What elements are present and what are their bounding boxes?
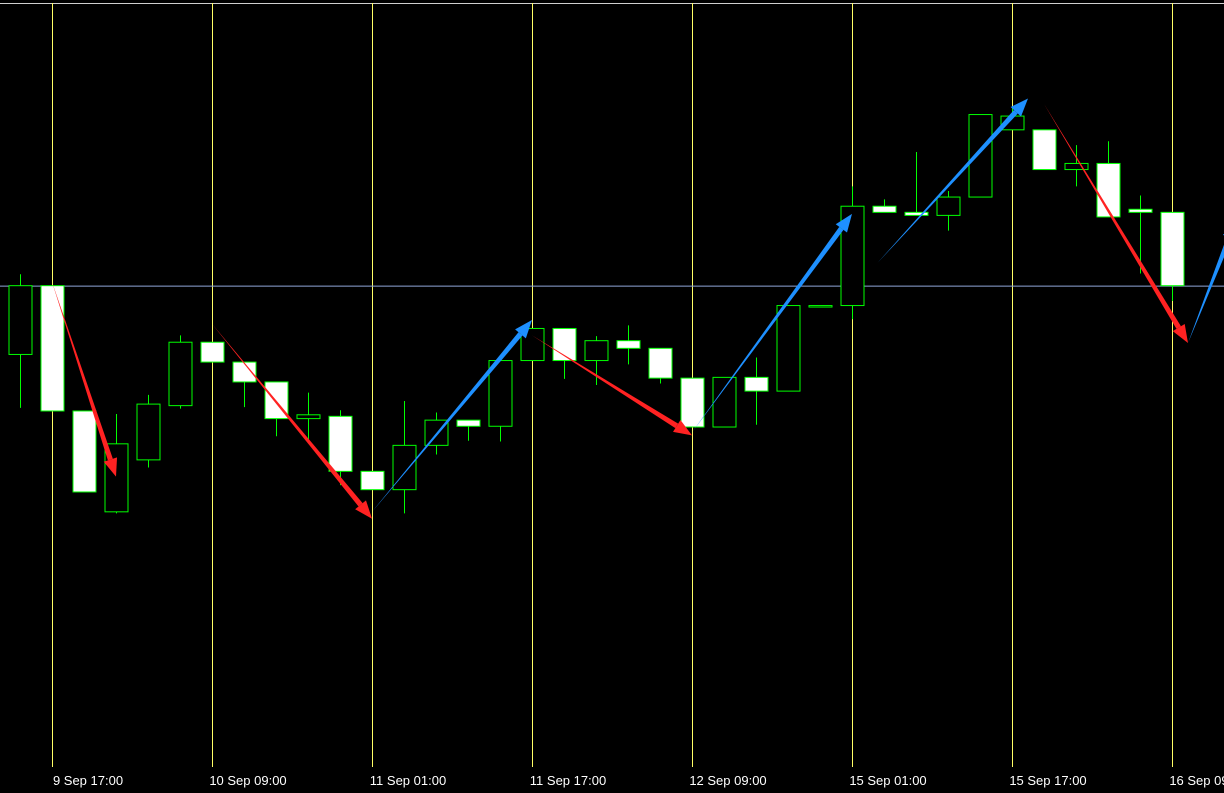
candle-body xyxy=(776,305,801,392)
candle-body xyxy=(904,211,929,216)
candle-body xyxy=(808,305,833,308)
chart-canvas: 9 Sep 17:00 10 Sep 09:00 11 Sep 01:00 11 Se… xyxy=(0,3,1224,788)
candle-body xyxy=(648,347,673,379)
up-arrow xyxy=(877,98,1028,263)
candlestick-chart: 9 Sep 17:00 10 Sep 09:00 11 Sep 01:00 11 Se… xyxy=(0,0,1224,793)
arrow-shaft xyxy=(692,226,844,433)
candle xyxy=(936,190,961,231)
candle xyxy=(1032,129,1057,171)
candle xyxy=(616,325,641,365)
candle-body xyxy=(936,196,961,216)
arrow-shaft xyxy=(877,110,1018,263)
x-tick-label: 12 Sep 09:00 xyxy=(689,773,766,788)
candle-body xyxy=(744,376,769,392)
candle-body xyxy=(872,205,897,213)
candle xyxy=(712,376,737,428)
x-tick-label: 9 Sep 17:00 xyxy=(53,773,123,788)
candle xyxy=(200,341,225,363)
candle-body xyxy=(136,403,161,461)
candle xyxy=(680,377,705,428)
candle-body xyxy=(40,285,65,412)
candle-body xyxy=(200,341,225,363)
candle-body xyxy=(328,415,353,472)
x-tick-label: 15 Sep 17:00 xyxy=(1009,773,1086,788)
candle-body xyxy=(8,285,33,355)
candle xyxy=(776,305,801,392)
candle-body xyxy=(1160,211,1185,287)
candle-body xyxy=(360,470,385,491)
candle xyxy=(1064,145,1089,187)
x-tick-label: 10 Sep 09:00 xyxy=(209,773,286,788)
arrow-shaft xyxy=(212,323,363,507)
candle xyxy=(840,186,865,320)
candle xyxy=(168,335,193,409)
x-tick-label: 11 Sep 01:00 xyxy=(370,773,446,788)
candle-body xyxy=(1032,129,1057,171)
x-tick-label: 11 Sep 17:00 xyxy=(530,773,606,788)
arrow-shaft xyxy=(1044,103,1181,329)
candle-body xyxy=(584,340,609,362)
arrow-head xyxy=(1172,323,1188,343)
candle-body xyxy=(1128,208,1153,213)
candle xyxy=(744,357,769,425)
candle xyxy=(872,199,897,213)
candle xyxy=(360,470,385,491)
candle xyxy=(136,394,161,468)
candle xyxy=(40,285,65,412)
candle-body xyxy=(168,341,193,407)
candle-body xyxy=(232,361,257,383)
candle xyxy=(1096,141,1121,218)
candle-body xyxy=(72,410,97,493)
candle xyxy=(264,381,289,437)
x-tick-label: 15 Sep 01:00 xyxy=(849,773,926,788)
candle xyxy=(584,336,609,385)
candle xyxy=(808,305,833,308)
candle xyxy=(968,114,993,198)
candle xyxy=(232,361,257,408)
up-arrow xyxy=(1188,233,1224,343)
x-tick-label: 16 Sep 09:00 xyxy=(1169,773,1224,788)
candle xyxy=(392,401,417,514)
x-axis-labels: 9 Sep 17:00 10 Sep 09:00 11 Sep 01:00 11 Se… xyxy=(53,773,1224,788)
candle-body xyxy=(456,419,481,427)
candle xyxy=(8,274,33,408)
candle-body xyxy=(968,114,993,198)
candle xyxy=(648,347,673,384)
candle xyxy=(1160,211,1185,301)
candle xyxy=(72,410,97,493)
candle xyxy=(456,419,481,441)
arrow-shaft xyxy=(1188,244,1224,343)
candle-body xyxy=(296,414,321,420)
candle-body xyxy=(1064,162,1089,171)
candle-body xyxy=(680,377,705,428)
candles xyxy=(8,108,1185,514)
up-arrow xyxy=(692,213,852,433)
candle-body xyxy=(616,340,641,349)
candle-body xyxy=(712,376,737,428)
candle xyxy=(904,151,929,216)
candle xyxy=(552,327,577,379)
